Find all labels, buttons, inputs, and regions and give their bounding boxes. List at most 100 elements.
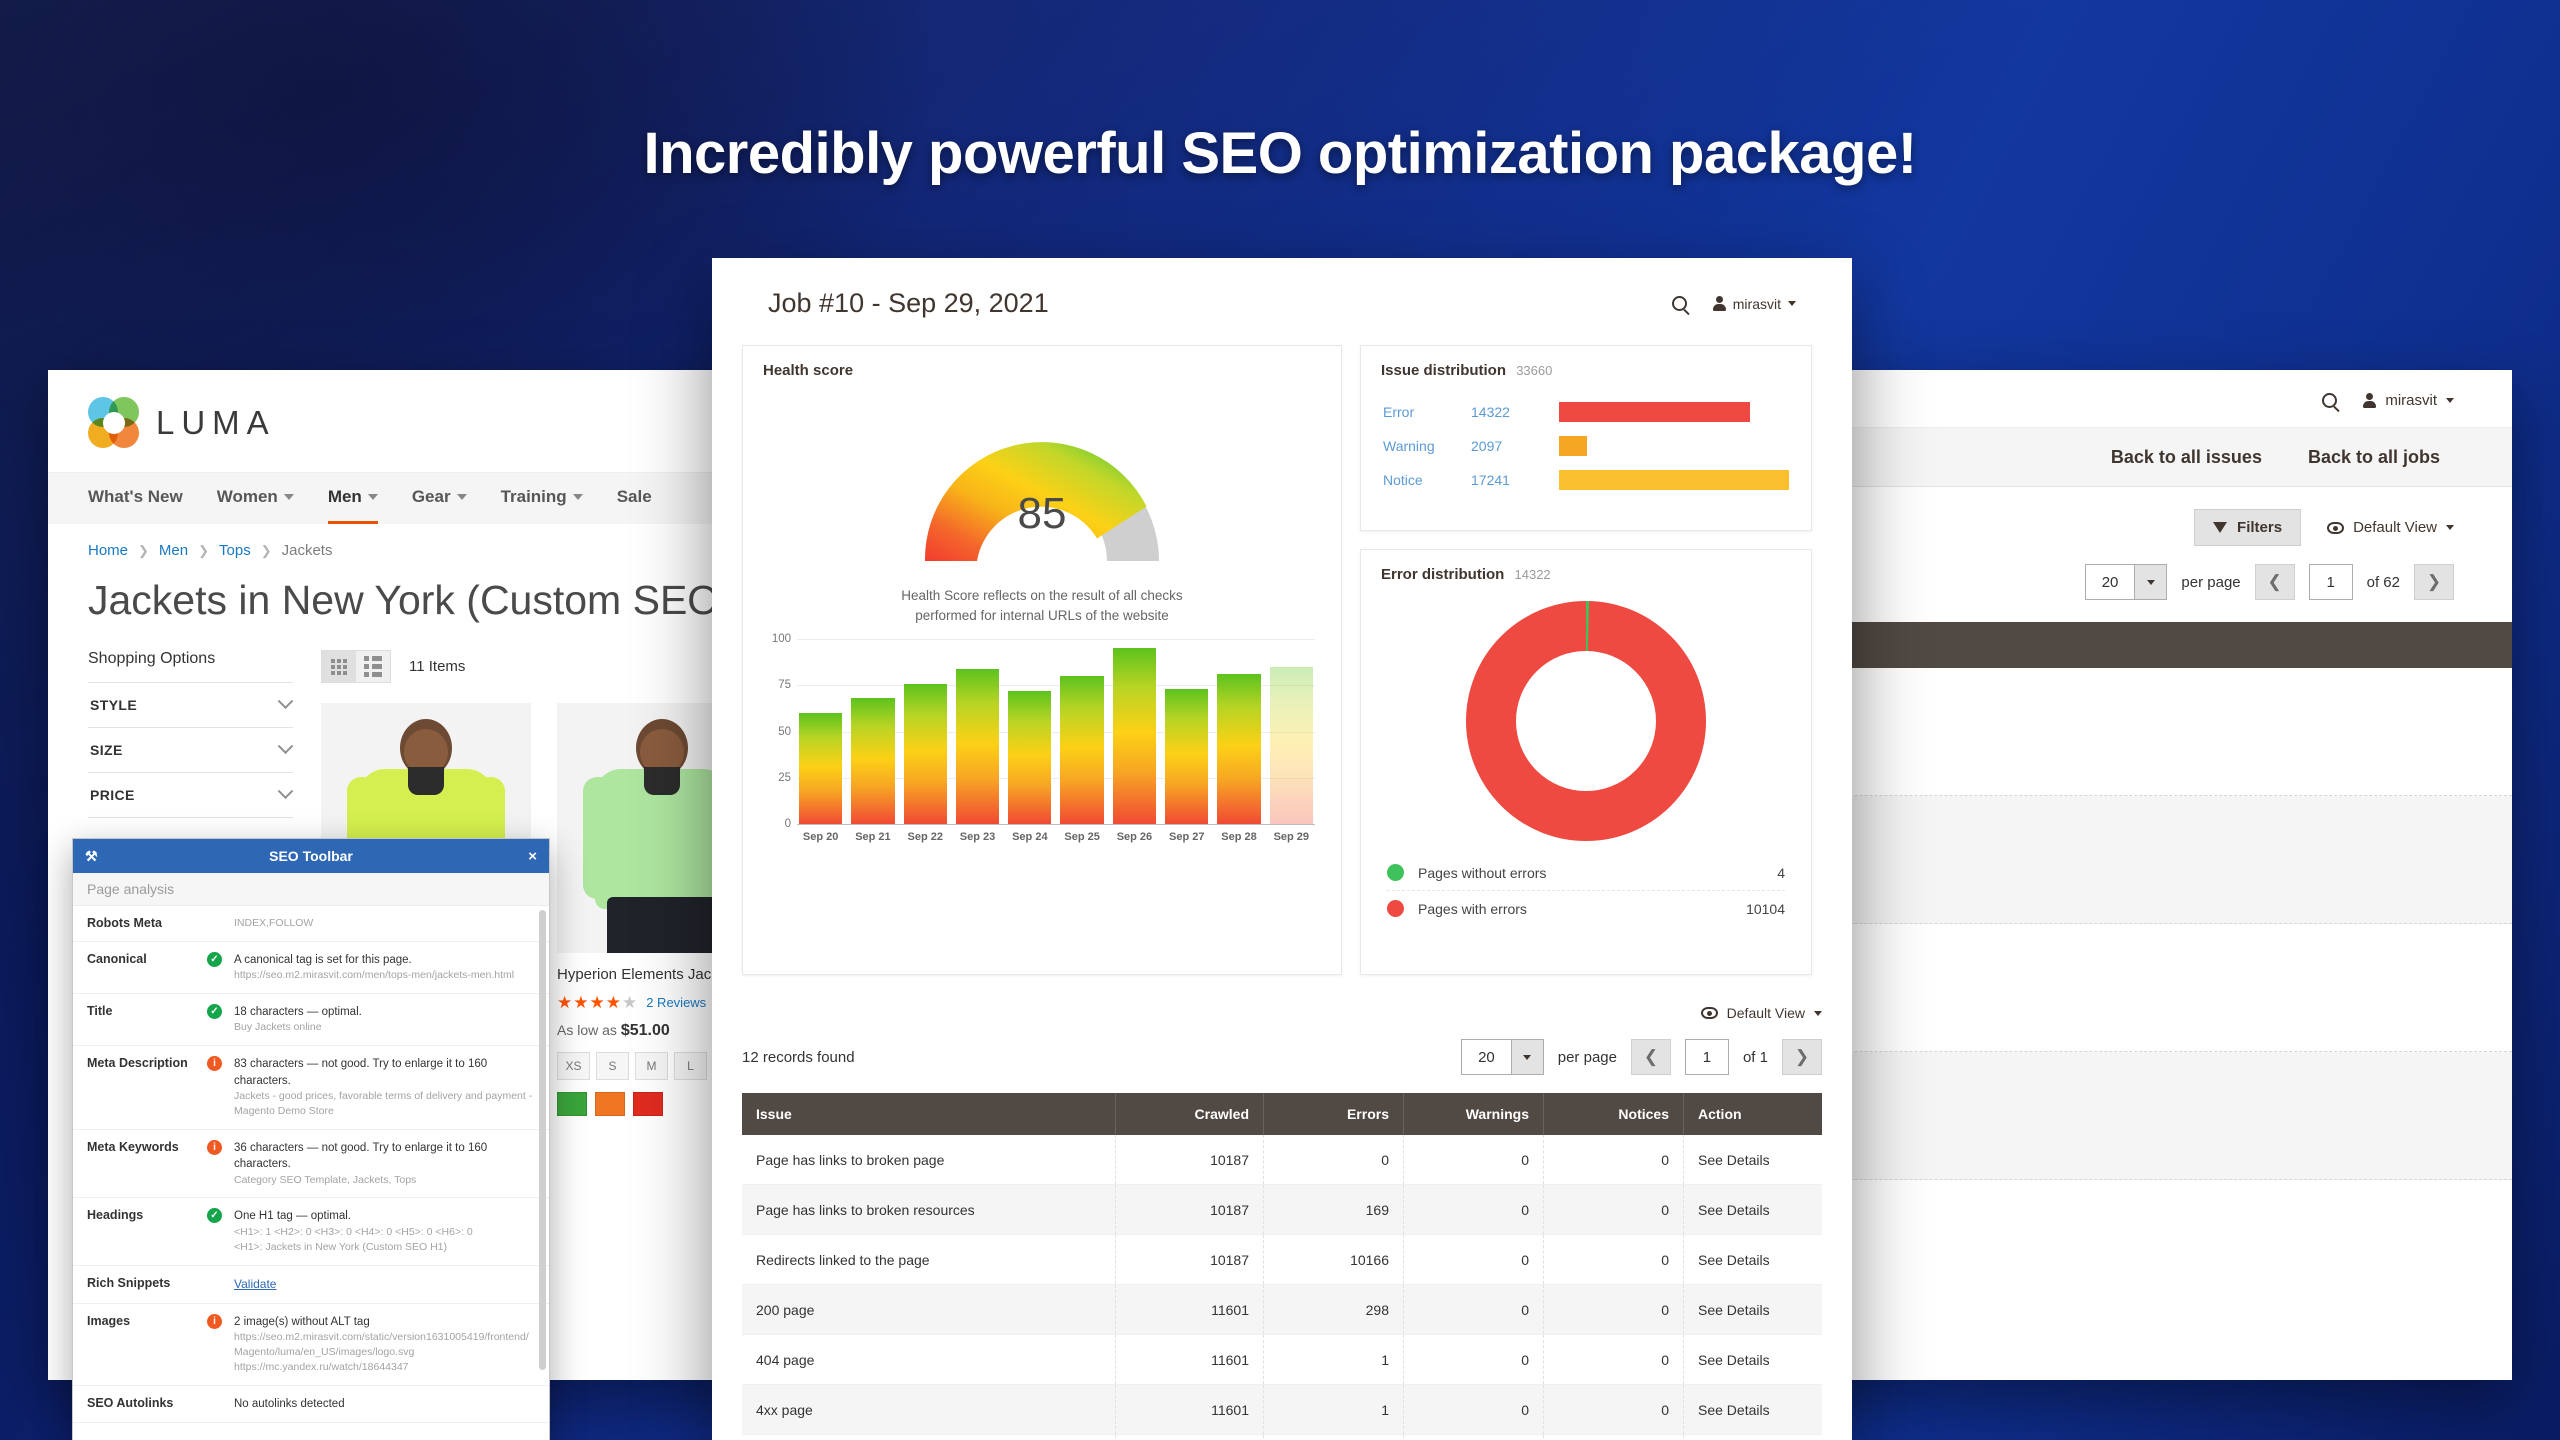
cell-warnings[interactable]: 0 [1404,1385,1544,1434]
cell-errors[interactable]: 1 [1264,1335,1404,1384]
see-details-link[interactable]: See Details [1684,1435,1822,1440]
page-number-input[interactable]: 1 [2308,564,2353,600]
nav-item-women[interactable]: Women [217,487,294,524]
legend-dot-green [1387,864,1404,881]
cell-warnings[interactable]: 0 [1404,1235,1544,1284]
list-view-button[interactable] [356,651,390,682]
cell-warnings[interactable]: 0 [1404,1185,1544,1234]
filters-button[interactable]: Filters [2194,509,2302,546]
issue-distribution-title: Issue distribution 33660 [1361,346,1811,379]
cell-warnings[interactable]: 0 [1404,1135,1544,1184]
cell-issue: Redirects linked to the page [742,1235,1116,1284]
cell-errors[interactable]: 19 [1264,1435,1404,1440]
back-to-all-issues-button[interactable]: Back to all issues [2111,447,2262,468]
seo-toolbar-title: SEO Toolbar [269,848,353,864]
check-ok-icon: ✓ [207,1208,222,1224]
product-reviews[interactable]: 2 Reviews [646,995,706,1010]
per-page-select[interactable]: 20 [2084,564,2168,600]
filter-style[interactable]: STYLE [88,682,294,727]
color-swatch-orange[interactable] [595,1091,625,1116]
health-score-panel: Health score 85 Health Score reflects on… [742,345,1342,975]
records-found-label: 12 records found [742,1048,855,1066]
issue-name[interactable]: Error [1383,404,1471,420]
grid-icon [331,658,347,675]
see-details-link[interactable]: See Details [1684,1335,1822,1384]
cell-warnings[interactable]: 0 [1404,1285,1544,1334]
issue-value[interactable]: 2097 [1471,438,1559,454]
see-details-link[interactable]: See Details [1684,1185,1822,1234]
column-header-issue[interactable]: Issue [742,1093,1116,1135]
legend-value: 4 [1777,864,1785,881]
admin-user-menu[interactable]: mirasvit [2363,392,2454,409]
next-page-button[interactable]: ❯ [2414,564,2454,600]
filter-size[interactable]: SIZE [88,727,294,772]
cell-errors[interactable]: 298 [1264,1285,1404,1334]
cell-errors[interactable]: 10166 [1264,1235,1404,1284]
close-icon[interactable]: × [528,848,537,865]
back-to-all-jobs-button[interactable]: Back to all jobs [2308,447,2440,468]
see-details-link[interactable]: See Details [1684,1385,1822,1434]
cell-notices[interactable]: 0 [1544,1385,1684,1434]
nav-item-training[interactable]: Training [501,487,583,524]
cell-notices[interactable]: 0 [1544,1235,1684,1284]
view-mode-toggle[interactable] [321,650,391,683]
previous-page-button[interactable]: ❮ [1630,1039,1671,1075]
filter-label: SIZE [90,742,123,758]
see-details-link[interactable]: See Details [1684,1235,1822,1284]
cell-notices[interactable]: 0 [1544,1435,1684,1440]
filter-price[interactable]: PRICE [88,772,294,817]
issue-name[interactable]: Notice [1383,472,1471,488]
issue-value[interactable]: 14322 [1471,404,1559,420]
breadcrumb-item-tops[interactable]: Tops [219,542,251,559]
validate-link[interactable]: Validate [234,1277,276,1291]
breadcrumb-item-home[interactable]: Home [88,542,128,559]
seo-row-seo-autolinks: SEO Autolinks No autolinks detected [73,1386,549,1424]
cell-errors[interactable]: 1 [1264,1385,1404,1434]
health-score-description: Health Score reflects on the result of a… [901,588,1183,623]
color-swatch-green[interactable] [557,1091,587,1116]
cell-crawled: 11601 [1116,1335,1264,1384]
cell-warnings[interactable]: 0 [1404,1335,1544,1384]
search-icon[interactable] [2322,393,2338,408]
column-header-notices[interactable]: Notices [1544,1093,1684,1135]
default-view-selector[interactable]: Default View [2327,519,2454,536]
issues-view-selector[interactable]: Default View [742,1005,1822,1021]
nav-item-sale[interactable]: Sale [617,487,652,524]
see-details-link[interactable]: See Details [1684,1135,1822,1184]
column-header-errors[interactable]: Errors [1264,1093,1404,1135]
breadcrumb-item-men[interactable]: Men [159,542,188,559]
seo-toolbar-rows: Robots Meta INDEX,FOLLOW Canonical ✓ A c… [73,906,549,1440]
next-page-button[interactable]: ❯ [1782,1039,1822,1075]
issue-name[interactable]: Warning [1383,438,1471,454]
search-icon[interactable] [1671,296,1687,311]
nav-item-whats-new[interactable]: What's New [88,487,183,524]
per-page-value: 20 [2101,573,2119,591]
cell-notices[interactable]: 0 [1544,1185,1684,1234]
cell-warnings[interactable]: 0 [1404,1435,1544,1440]
dashboard-user-menu[interactable]: mirasvit [1712,296,1796,312]
chevron-down-icon [1510,1040,1543,1074]
scrollbar-thumb[interactable] [539,910,546,1370]
cell-notices[interactable]: 0 [1544,1285,1684,1334]
size-option-m[interactable]: M [635,1051,668,1080]
previous-page-button[interactable]: ❮ [2254,564,2295,600]
row-body: 83 characters — not good. Try to enlarge… [234,1056,535,1118]
issue-value[interactable]: 17241 [1471,472,1559,488]
bar-series [797,639,1315,825]
cell-errors[interactable]: 169 [1264,1185,1404,1234]
see-details-link[interactable]: See Details [1684,1285,1822,1334]
column-header-warnings[interactable]: Warnings [1404,1093,1544,1135]
grid-view-button[interactable] [322,651,356,682]
cell-notices[interactable]: 0 [1544,1135,1684,1184]
nav-item-gear[interactable]: Gear [412,487,467,524]
page-number-input[interactable]: 1 [1684,1039,1729,1075]
size-option-l[interactable]: L [674,1051,707,1080]
size-option-xs[interactable]: XS [557,1051,590,1080]
column-header-crawled[interactable]: Crawled [1116,1093,1264,1135]
cell-notices[interactable]: 0 [1544,1335,1684,1384]
nav-item-men[interactable]: Men [327,487,378,524]
cell-errors[interactable]: 0 [1264,1135,1404,1184]
color-swatch-red[interactable] [633,1091,663,1116]
size-option-s[interactable]: S [596,1051,629,1080]
per-page-select[interactable]: 20 [1461,1039,1544,1075]
